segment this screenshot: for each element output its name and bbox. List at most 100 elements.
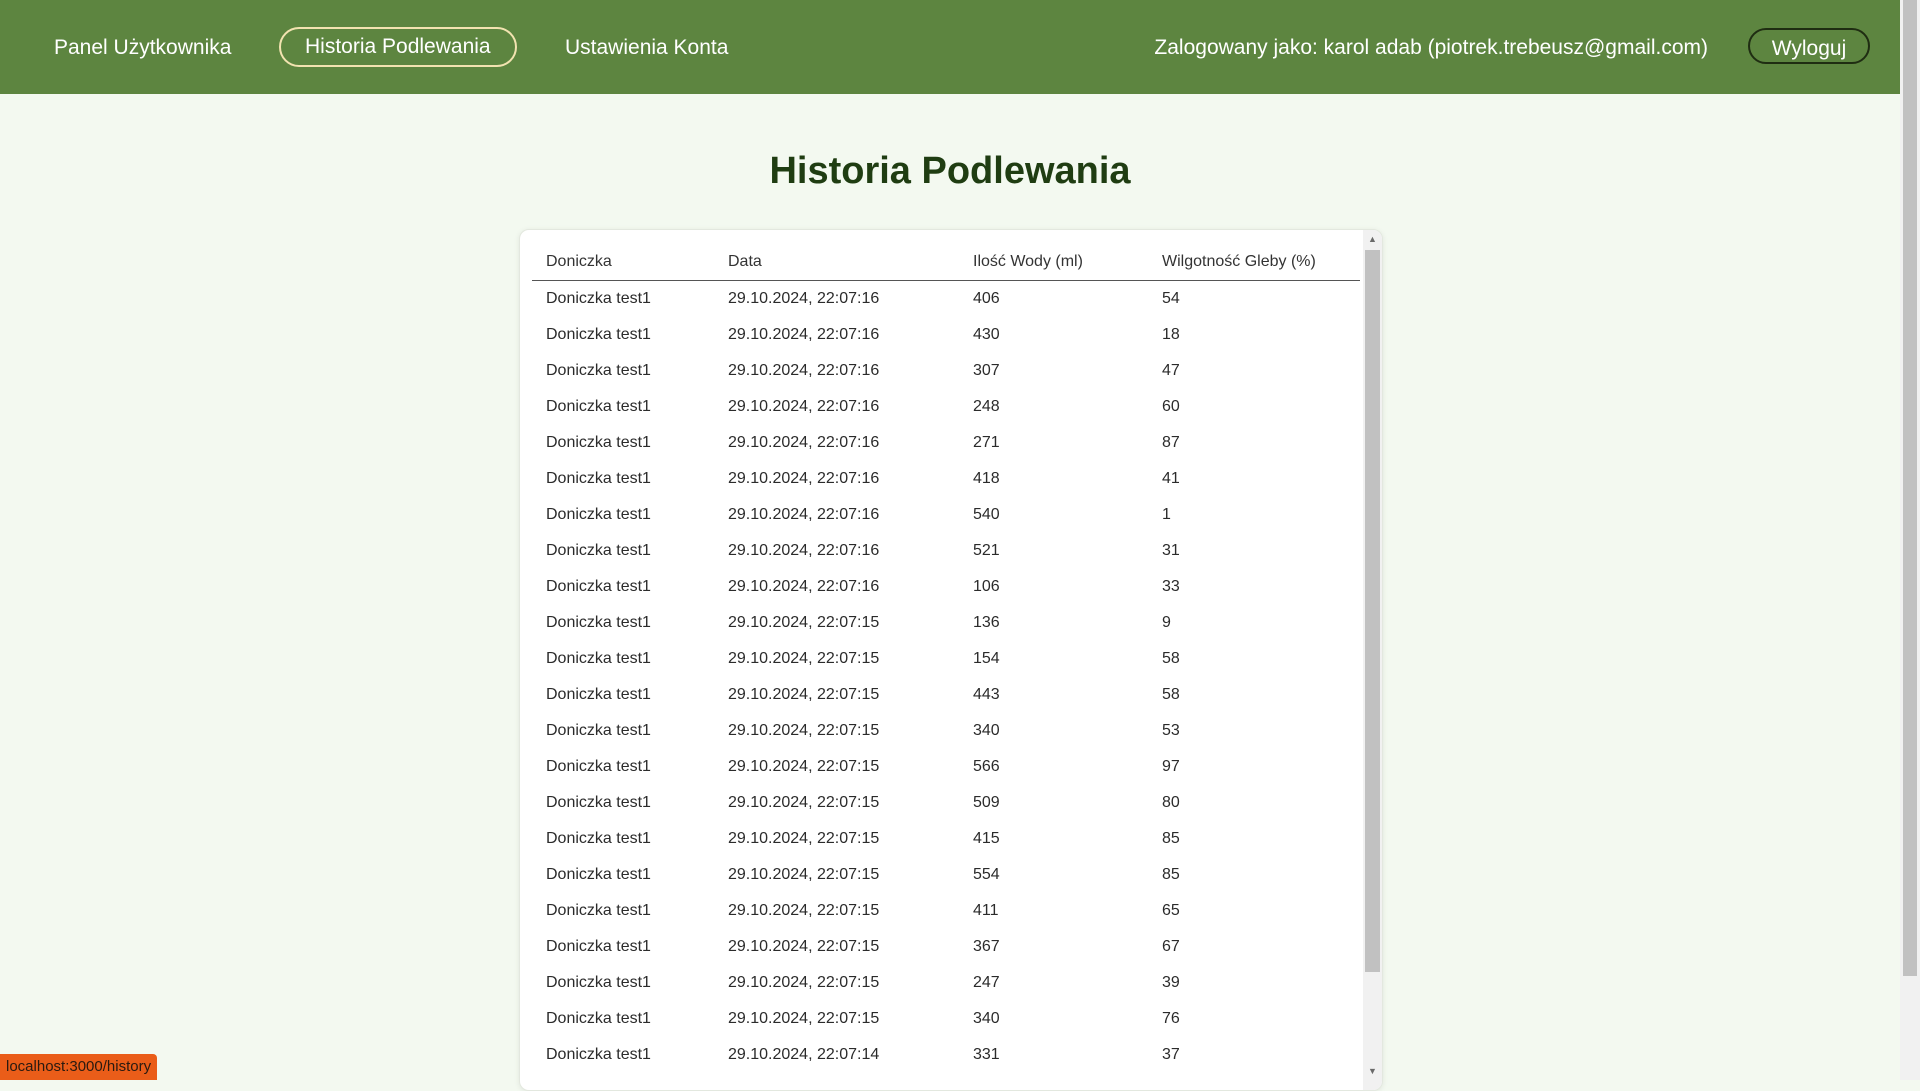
table-row: Doniczka test1 29.10.2024, 22:07:16 521 31 (532, 533, 1360, 569)
cell-water-amount: 540 (973, 506, 1000, 523)
cell-date: 29.10.2024, 22:07:15 (728, 794, 880, 811)
column-header-water-amount: Ilość Wody (ml) (959, 244, 1148, 281)
cell-date: 29.10.2024, 22:07:15 (728, 722, 880, 739)
cell-date: 29.10.2024, 22:07:16 (728, 290, 880, 307)
table-row: Doniczka test1 29.10.2024, 22:07:16 418 41 (532, 461, 1360, 497)
table-row: Doniczka test1 29.10.2024, 22:07:16 540 1 (532, 497, 1360, 533)
cell-soil-moisture: 1 (1162, 506, 1171, 523)
cell-water-amount: 340 (973, 722, 1000, 739)
nav-link-watering-history[interactable]: Historia Podlewania (279, 27, 517, 67)
table-row: Doniczka test1 29.10.2024, 22:07:16 106 33 (532, 569, 1360, 605)
table-scrollbar[interactable]: ▲ ▼ (1363, 230, 1382, 1090)
cell-water-amount: 367 (973, 938, 1000, 955)
status-bar-url: localhost:3000/history (0, 1054, 158, 1080)
cell-date: 29.10.2024, 22:07:15 (728, 830, 880, 847)
cell-pot: Doniczka test1 (546, 506, 651, 523)
cell-soil-moisture: 54 (1162, 290, 1180, 307)
cell-soil-moisture: 76 (1162, 1010, 1180, 1027)
cell-water-amount: 411 (973, 902, 999, 919)
cell-date: 29.10.2024, 22:07:15 (728, 650, 880, 667)
cell-pot: Doniczka test1 (546, 902, 651, 919)
nav-link-account-settings[interactable]: Ustawienia Konta (565, 28, 728, 67)
page-scrollbar[interactable] (1900, 0, 1920, 1080)
table-row: Doniczka test1 29.10.2024, 22:07:15 554 85 (532, 857, 1360, 893)
cell-date: 29.10.2024, 22:07:15 (728, 938, 880, 955)
cell-pot: Doniczka test1 (546, 434, 651, 451)
cell-date: 29.10.2024, 22:07:14 (728, 1046, 880, 1063)
cell-water-amount: 406 (973, 290, 1000, 307)
cell-date: 29.10.2024, 22:07:16 (728, 326, 880, 343)
cell-water-amount: 247 (973, 974, 1000, 991)
cell-pot: Doniczka test1 (546, 974, 651, 991)
page-title: Historia Podlewania (769, 150, 1131, 192)
cell-soil-moisture: 18 (1162, 326, 1180, 343)
cell-date: 29.10.2024, 22:07:16 (728, 362, 880, 379)
cell-soil-moisture: 65 (1162, 902, 1180, 919)
table-row: Doniczka test1 29.10.2024, 22:07:16 430 18 (532, 317, 1360, 353)
table-row: Doniczka test1 29.10.2024, 22:07:16 271 87 (532, 425, 1360, 461)
cell-soil-moisture: 85 (1162, 830, 1180, 847)
table-row: Doniczka test1 29.10.2024, 22:07:16 248 60 (532, 389, 1360, 425)
table-row: Doniczka test1 29.10.2024, 22:07:15 340 53 (532, 713, 1360, 749)
cell-pot: Doniczka test1 (546, 470, 651, 487)
cell-date: 29.10.2024, 22:07:15 (728, 1010, 880, 1027)
cell-water-amount: 509 (973, 794, 1000, 811)
table-row: Doniczka test1 29.10.2024, 22:07:15 154 58 (532, 641, 1360, 677)
cell-water-amount: 418 (973, 470, 1000, 487)
cell-soil-moisture: 67 (1162, 938, 1180, 955)
table-row: Doniczka test1 29.10.2024, 22:07:15 566 97 (532, 749, 1360, 785)
table-scrollbar-thumb[interactable] (1365, 250, 1380, 972)
cell-soil-moisture: 31 (1162, 542, 1180, 559)
column-header-pot: Doniczka (532, 244, 714, 281)
page-scrollbar-thumb[interactable] (1903, 0, 1917, 976)
cell-date: 29.10.2024, 22:07:16 (728, 470, 880, 487)
cell-soil-moisture: 53 (1162, 722, 1180, 739)
cell-water-amount: 136 (973, 614, 1000, 631)
cell-water-amount: 443 (973, 686, 1000, 703)
table-header-row: Doniczka Data Ilość Wody (ml) Wilgotność… (532, 244, 1360, 281)
cell-soil-moisture: 87 (1162, 434, 1180, 451)
table-row: Doniczka test1 29.10.2024, 22:07:14 331 37 (532, 1037, 1360, 1073)
table-row: Doniczka test1 29.10.2024, 22:07:15 340 76 (532, 1001, 1360, 1037)
cell-pot: Doniczka test1 (546, 290, 651, 307)
scroll-up-arrow-icon[interactable]: ▲ (1363, 234, 1382, 244)
cell-pot: Doniczka test1 (546, 1046, 651, 1063)
cell-water-amount: 340 (973, 1010, 1000, 1027)
cell-water-amount: 331 (973, 1046, 1000, 1063)
table-row: Doniczka test1 29.10.2024, 22:07:16 307 47 (532, 353, 1360, 389)
cell-water-amount: 430 (973, 326, 1000, 343)
cell-water-amount: 307 (973, 362, 1000, 379)
cell-date: 29.10.2024, 22:07:16 (728, 434, 880, 451)
cell-soil-moisture: 60 (1162, 398, 1180, 415)
cell-pot: Doniczka test1 (546, 722, 651, 739)
cell-soil-moisture: 47 (1162, 362, 1180, 379)
cell-date: 29.10.2024, 22:07:15 (728, 614, 880, 631)
cell-soil-moisture: 37 (1162, 1046, 1180, 1063)
cell-water-amount: 521 (973, 542, 1000, 559)
cell-date: 29.10.2024, 22:07:16 (728, 506, 880, 523)
cell-pot: Doniczka test1 (546, 866, 651, 883)
column-header-soil-moisture: Wilgotność Gleby (%) (1148, 244, 1360, 281)
nav-link-user-panel[interactable]: Panel Użytkownika (54, 28, 231, 67)
top-navbar: Panel Użytkownika Historia Podlewania Us… (0, 0, 1900, 94)
cell-water-amount: 554 (973, 866, 1000, 883)
cell-soil-moisture: 41 (1162, 470, 1180, 487)
cell-date: 29.10.2024, 22:07:15 (728, 866, 880, 883)
cell-pot: Doniczka test1 (546, 578, 651, 595)
cell-soil-moisture: 58 (1162, 650, 1180, 667)
table-body: Doniczka test1 29.10.2024, 22:07:16 406 54 D… (532, 281, 1360, 1074)
cell-pot: Doniczka test1 (546, 326, 651, 343)
scroll-down-arrow-icon[interactable]: ▼ (1363, 1066, 1382, 1076)
cell-pot: Doniczka test1 (546, 650, 651, 667)
table-row: Doniczka test1 29.10.2024, 22:07:15 443 58 (532, 677, 1360, 713)
column-header-date: Data (714, 244, 959, 281)
cell-pot: Doniczka test1 (546, 758, 651, 775)
logged-in-user-info: Zalogowany jako: karol adab (piotrek.tre… (1154, 36, 1708, 59)
table-row: Doniczka test1 29.10.2024, 22:07:15 415 85 (532, 821, 1360, 857)
cell-water-amount: 566 (973, 758, 1000, 775)
cell-pot: Doniczka test1 (546, 938, 651, 955)
logout-button[interactable]: Wyloguj (1748, 28, 1870, 64)
cell-pot: Doniczka test1 (546, 542, 651, 559)
cell-soil-moisture: 39 (1162, 974, 1180, 991)
table-row: Doniczka test1 29.10.2024, 22:07:15 247 39 (532, 965, 1360, 1001)
